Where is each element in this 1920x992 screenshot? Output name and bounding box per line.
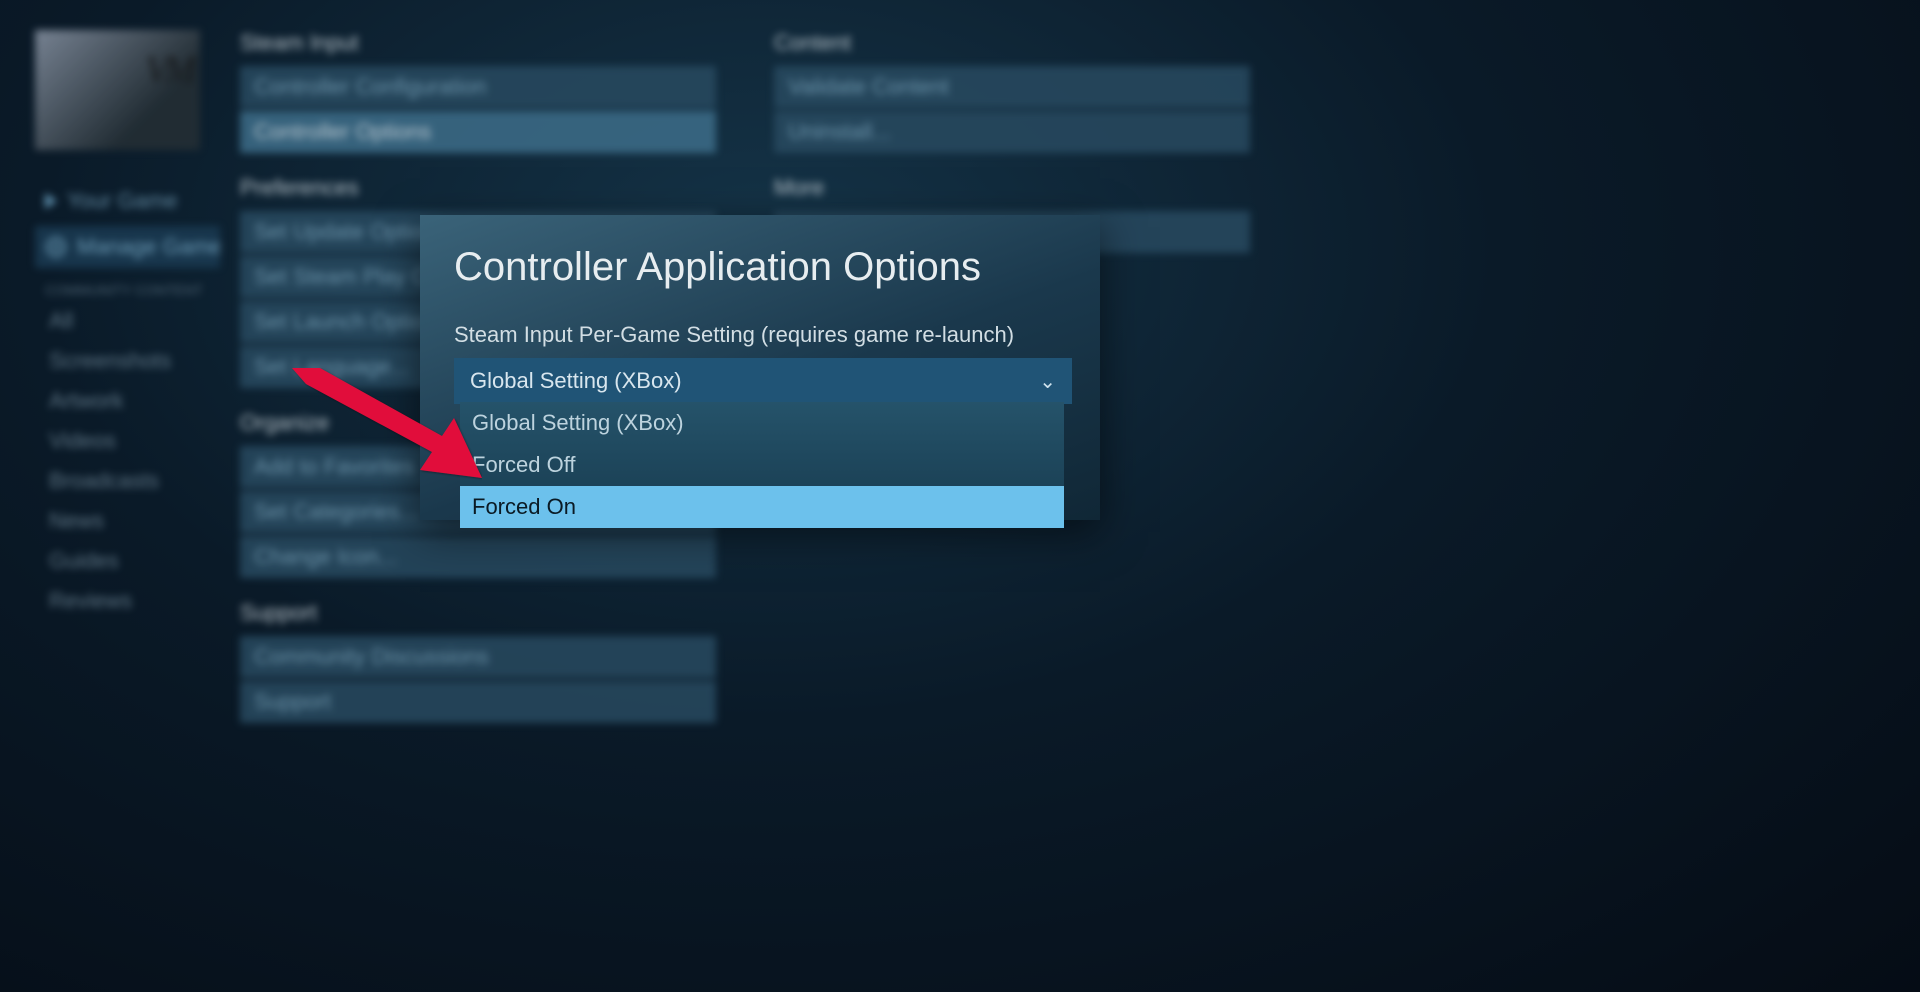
controller-options-modal: Controller Application Options Steam Inp… <box>420 215 1100 520</box>
modal-field-label: Steam Input Per-Game Setting (requires g… <box>454 322 1066 348</box>
sidebar-item-label: Manage Game <box>77 234 220 260</box>
group-title-content: Content <box>774 30 1250 56</box>
sidebar-item-all[interactable]: All <box>35 302 220 340</box>
sidebar-item-your-game[interactable]: Your Game <box>35 180 220 222</box>
sidebar-section-header: COMMUNITY CONTENT <box>35 272 220 302</box>
dropdown-selected[interactable]: Global Setting (XBox) ⌄ <box>454 358 1072 404</box>
modal-title: Controller Application Options <box>454 245 1066 290</box>
sidebar-item-label: Your Game <box>67 188 177 214</box>
dropdown-option-forced-on[interactable]: Forced On <box>460 486 1064 528</box>
menu-validate-content[interactable]: Validate Content <box>774 66 1250 108</box>
menu-controller-configuration[interactable]: Controller Configuration <box>240 66 716 108</box>
dropdown-option-forced-off[interactable]: Forced Off <box>460 444 1064 486</box>
group-title-steam-input: Steam Input <box>240 30 716 56</box>
sidebar-item-news[interactable]: News <box>35 502 220 540</box>
menu-change-icon[interactable]: Change Icon... <box>240 536 716 578</box>
chevron-down-icon: ⌄ <box>1039 369 1056 394</box>
group-title-more: More <box>774 175 1250 201</box>
dropdown-option-global[interactable]: Global Setting (XBox) <box>460 402 1064 444</box>
dropdown-options-list: Global Setting (XBox) Forced Off Forced … <box>460 402 1064 528</box>
gear-icon <box>45 236 67 258</box>
menu-community-discussions[interactable]: Community Discussions <box>240 636 716 678</box>
sidebar-item-reviews[interactable]: Reviews <box>35 582 220 620</box>
group-title-support: Support <box>240 600 716 626</box>
game-thumbnail[interactable] <box>35 30 200 150</box>
menu-uninstall[interactable]: Uninstall... <box>774 111 1250 153</box>
dropdown-selected-text: Global Setting (XBox) <box>470 368 682 394</box>
menu-support[interactable]: Support <box>240 681 716 723</box>
sidebar-item-videos[interactable]: Videos <box>35 422 220 460</box>
sidebar-item-screenshots[interactable]: Screenshots <box>35 342 220 380</box>
sidebar-item-artwork[interactable]: Artwork <box>35 382 220 420</box>
group-title-preferences: Preferences <box>240 175 716 201</box>
steam-input-dropdown[interactable]: Global Setting (XBox) ⌄ Global Setting (… <box>454 358 1072 404</box>
sidebar-item-broadcasts[interactable]: Broadcasts <box>35 462 220 500</box>
play-icon <box>45 193 57 209</box>
sidebar-item-guides[interactable]: Guides <box>35 542 220 580</box>
sidebar: Your Game Manage Game COMMUNITY CONTENT … <box>35 30 220 622</box>
menu-controller-options[interactable]: Controller Options <box>240 111 716 153</box>
sidebar-item-manage-game[interactable]: Manage Game <box>35 226 220 268</box>
